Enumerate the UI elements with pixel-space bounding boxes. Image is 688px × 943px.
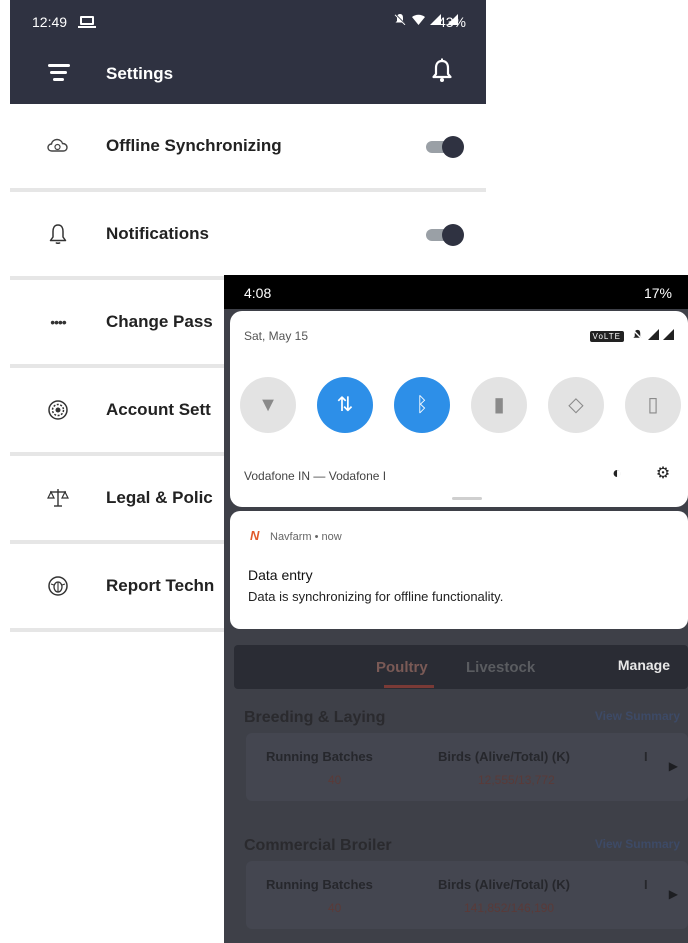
battery-saver-tile[interactable]: ▯ [625, 377, 681, 433]
battery-level: 17% [643, 285, 672, 301]
mute-icon [632, 329, 643, 340]
column-header: Running Batches [266, 749, 373, 764]
column-header: Birds (Alive/Total) (K) [438, 749, 570, 764]
battery-saver-icon: ▯ [647, 394, 659, 416]
app-bar: Settings [10, 42, 486, 104]
dark-theme-icon[interactable]: ◐ [608, 465, 626, 483]
setting-label: Offline Synchronizing [106, 136, 282, 155]
volte-badge: VoLTE [589, 331, 624, 343]
setting-offline-sync[interactable]: Offline Synchronizing [10, 104, 486, 192]
view-summary-link[interactable]: View Summary [595, 709, 680, 723]
column-value: 12,555/13,772 [478, 773, 555, 787]
notifications-toggle[interactable] [426, 224, 464, 246]
carrier-label: Vodafone IN — Vodafone I [244, 469, 387, 483]
summary-card[interactable]: Running Batches Birds (Alive/Total) (K) … [246, 861, 688, 929]
chevron-right-icon[interactable]: ▶ [669, 759, 678, 773]
bell-outline-icon [46, 222, 70, 246]
app-tab-bar: Poultry Livestock Manage [234, 645, 688, 689]
notification-card[interactable]: N Navfarm • now Data entry Data is synch… [230, 511, 688, 629]
view-summary-link[interactable]: View Summary [595, 837, 680, 851]
flashlight-icon: ▮ [493, 394, 505, 416]
system-icons: VoLTE [589, 329, 674, 343]
mobile-data-tile[interactable]: ⇅ [317, 377, 373, 433]
drag-handle[interactable] [452, 497, 482, 500]
setting-notifications[interactable]: Notifications [10, 192, 486, 280]
notification-title: Data entry [248, 567, 313, 583]
setting-label: Legal & Polic [106, 488, 213, 507]
tab-poultry[interactable]: Poultry [376, 659, 428, 676]
laptop-icon [78, 16, 96, 28]
rotate-icon: ◇ [568, 394, 584, 416]
account-settings-icon [46, 398, 70, 422]
column-header: I [644, 877, 648, 892]
status-bar: 4:08 17% [224, 275, 688, 309]
section-title: Commercial Broiler [244, 837, 392, 854]
setting-label: Change Pass [106, 312, 213, 331]
wifi-tile[interactable]: ▼ [240, 377, 296, 433]
column-header: Running Batches [266, 877, 373, 892]
tab-livestock[interactable]: Livestock [466, 659, 535, 676]
manage-button[interactable]: Manage [618, 657, 670, 673]
column-header: I [644, 749, 648, 764]
cloud-sync-icon [46, 134, 70, 158]
section-title: Breeding & Laying [244, 709, 386, 726]
tab-underline [384, 685, 434, 688]
column-value: 141,852/146,190 [464, 901, 555, 915]
chevron-right-icon[interactable]: ▶ [669, 887, 678, 901]
signal-icon-2 [663, 329, 674, 340]
notification-app: Navfarm • now [270, 531, 342, 543]
gear-icon[interactable]: ⚙ [654, 465, 672, 483]
column-value: 40 [328, 773, 342, 787]
notification-text: Data is synchronizing for offline functi… [248, 589, 504, 604]
auto-rotate-tile[interactable]: ◇ [548, 377, 604, 433]
flashlight-tile[interactable]: ▮ [471, 377, 527, 433]
wifi-icon [411, 14, 425, 25]
notification-shade-screen: 4:08 17% Sat, May 15 VoLTE ▼ ⇅ ᛒ ▮ ◇ ▯ V… [224, 275, 688, 943]
summary-card[interactable]: Running Batches Birds (Alive/Total) (K) … [246, 733, 688, 801]
bug-icon [46, 574, 70, 598]
status-bar: 12:49 43% [10, 0, 486, 42]
bluetooth-icon: ᛒ [416, 394, 428, 416]
column-header: Birds (Alive/Total) (K) [438, 877, 570, 892]
setting-label: Notifications [106, 224, 209, 243]
battery-level: 43% [437, 14, 466, 30]
password-dots-icon: •••• [50, 314, 67, 330]
scales-icon [46, 486, 70, 510]
mute-icon [394, 13, 406, 26]
bluetooth-tile[interactable]: ᛒ [394, 377, 450, 433]
screenshot-composite: 12:49 43% Settings Offline Synchronizing… [0, 0, 688, 943]
menu-icon[interactable] [48, 62, 70, 82]
wifi-icon: ▼ [258, 394, 278, 416]
date-label: Sat, May 15 [244, 329, 309, 343]
quick-settings-panel: Sat, May 15 VoLTE ▼ ⇅ ᛒ ▮ ◇ ▯ Vodafone I… [230, 311, 688, 507]
status-time: 12:49 [32, 14, 68, 30]
bell-icon[interactable] [430, 58, 454, 84]
data-arrows-icon: ⇅ [336, 394, 354, 416]
setting-label: Account Sett [106, 400, 211, 419]
offline-sync-toggle[interactable] [426, 136, 464, 158]
column-value: 40 [328, 901, 342, 915]
signal-icon [647, 329, 659, 340]
page-title: Settings [106, 64, 174, 83]
navfarm-logo-icon: N [250, 528, 260, 543]
setting-label: Report Techn [106, 576, 215, 595]
status-time: 4:08 [244, 285, 272, 301]
